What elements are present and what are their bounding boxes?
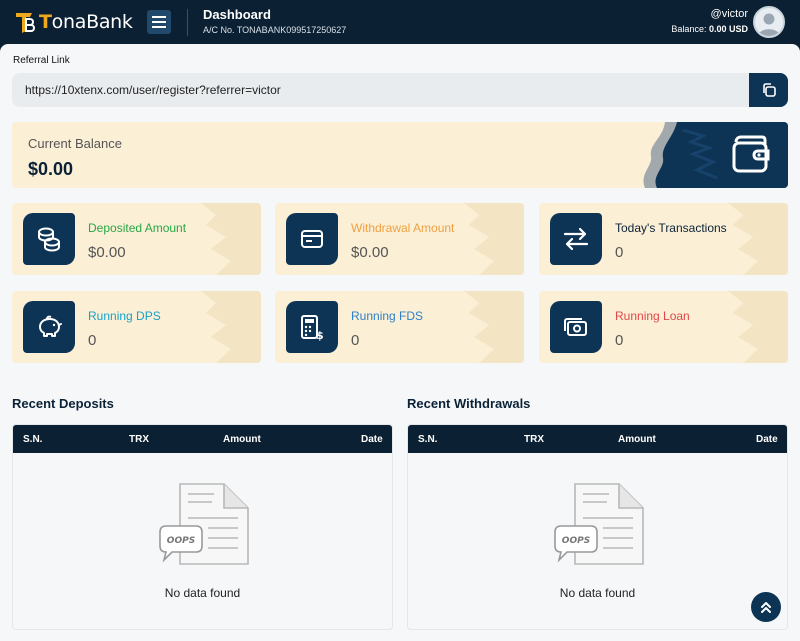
stat-label: Running FDS bbox=[351, 309, 424, 323]
stat-icon-box bbox=[23, 301, 75, 353]
column-header[interactable]: S.N. bbox=[23, 434, 42, 445]
stat-icon-box: $ bbox=[286, 301, 338, 353]
copy-link-button[interactable] bbox=[749, 73, 788, 107]
stat-icon-box bbox=[550, 301, 602, 353]
calculator-money-icon: $ bbox=[301, 315, 324, 341]
card-decoration bbox=[464, 291, 524, 363]
stat-value: $0.00 bbox=[88, 244, 126, 261]
transfer-icon bbox=[563, 227, 589, 251]
brand-logo[interactable]: TonaBank bbox=[14, 9, 133, 35]
stat-icon-box bbox=[550, 213, 602, 265]
stat-card-running-fds[interactable]: $ Running FDS 0 bbox=[275, 291, 524, 363]
username[interactable]: @victor bbox=[711, 8, 748, 20]
column-header[interactable]: S.N. bbox=[418, 434, 437, 445]
header-divider bbox=[187, 9, 188, 36]
stat-label: Today's Transactions bbox=[615, 221, 727, 235]
empty-state-icon: OOPS bbox=[159, 483, 249, 565]
empty-state-badge: OOPS bbox=[167, 536, 195, 546]
header-balance: Balance: 0.00 USD bbox=[671, 24, 748, 34]
logo-icon bbox=[16, 13, 35, 33]
card-decoration bbox=[728, 291, 788, 363]
recent-withdrawals-table: S.N. TRX Amount Date OOPS No data found bbox=[407, 424, 788, 630]
stat-value: 0 bbox=[615, 244, 624, 261]
column-header[interactable]: Date bbox=[361, 434, 383, 445]
table-header: S.N. TRX Amount Date bbox=[408, 425, 787, 453]
stat-icon-box bbox=[23, 213, 75, 265]
recent-deposits-title: Recent Deposits bbox=[12, 396, 114, 411]
table-header: S.N. TRX Amount Date bbox=[13, 425, 392, 453]
card-decoration bbox=[728, 203, 788, 275]
stat-value: 0 bbox=[351, 332, 360, 349]
card-decoration bbox=[201, 203, 261, 275]
stat-label: Running Loan bbox=[615, 309, 690, 323]
brand-name: TonaBank bbox=[39, 11, 133, 33]
stat-icon-box bbox=[286, 213, 338, 265]
current-balance-card: Current Balance $0.00 bbox=[12, 122, 788, 188]
svg-text:$: $ bbox=[316, 329, 324, 341]
card-icon bbox=[301, 230, 323, 248]
stat-card-running-loan[interactable]: Running Loan 0 bbox=[539, 291, 788, 363]
copy-icon bbox=[762, 83, 776, 97]
empty-state-text: No data found bbox=[164, 586, 241, 600]
recent-deposits-table: S.N. TRX Amount Date OOPS No data found bbox=[12, 424, 393, 630]
column-header[interactable]: Date bbox=[756, 434, 778, 445]
card-decoration bbox=[201, 291, 261, 363]
column-header[interactable]: Amount bbox=[223, 434, 261, 445]
column-header[interactable]: Amount bbox=[618, 434, 656, 445]
avatar[interactable] bbox=[753, 6, 785, 38]
top-header: TonaBank Dashboard A/C No. TONABANK09951… bbox=[0, 0, 800, 44]
stat-card-today-transactions[interactable]: Today's Transactions 0 bbox=[539, 203, 788, 275]
double-chevron-up-icon bbox=[761, 602, 771, 613]
referral-link-field[interactable]: https://10xtenx.com/user/register?referr… bbox=[12, 73, 788, 107]
piggy-bank-icon bbox=[39, 315, 62, 337]
empty-state-badge: OOPS bbox=[562, 536, 590, 546]
page-title: Dashboard bbox=[203, 7, 271, 22]
referral-label: Referral Link bbox=[13, 55, 70, 66]
scroll-to-top-button[interactable] bbox=[751, 592, 781, 622]
stat-value: 0 bbox=[615, 332, 624, 349]
recent-withdrawals-title: Recent Withdrawals bbox=[407, 396, 531, 411]
card-decoration bbox=[464, 203, 524, 275]
current-balance-value: $0.00 bbox=[28, 159, 74, 179]
user-avatar-icon bbox=[758, 13, 780, 36]
column-header[interactable]: TRX bbox=[524, 434, 544, 445]
wallet-icon bbox=[732, 135, 770, 173]
stat-card-running-dps[interactable]: Running DPS 0 bbox=[12, 291, 261, 363]
stat-card-withdrawal[interactable]: Withdrawal Amount $0.00 bbox=[275, 203, 524, 275]
hamburger-icon bbox=[152, 16, 166, 28]
account-number: A/C No. TONABANK099517250627 bbox=[203, 25, 347, 35]
cash-icon bbox=[564, 318, 587, 336]
stat-value: 0 bbox=[88, 332, 97, 349]
stat-label: Withdrawal Amount bbox=[351, 221, 455, 235]
coins-icon bbox=[38, 227, 60, 252]
empty-state-icon: OOPS bbox=[554, 483, 644, 565]
referral-url[interactable]: https://10xtenx.com/user/register?referr… bbox=[25, 83, 281, 97]
stat-label: Running DPS bbox=[88, 309, 161, 323]
main-content: Referral Link https://10xtenx.com/user/r… bbox=[0, 44, 800, 641]
column-header[interactable]: TRX bbox=[129, 434, 149, 445]
stat-card-deposited[interactable]: Deposited Amount $0.00 bbox=[12, 203, 261, 275]
stat-label: Deposited Amount bbox=[88, 221, 187, 235]
empty-state-text: No data found bbox=[559, 586, 636, 600]
current-balance-label: Current Balance bbox=[28, 136, 122, 151]
menu-toggle-button[interactable] bbox=[147, 10, 171, 34]
stat-value: $0.00 bbox=[351, 244, 389, 261]
